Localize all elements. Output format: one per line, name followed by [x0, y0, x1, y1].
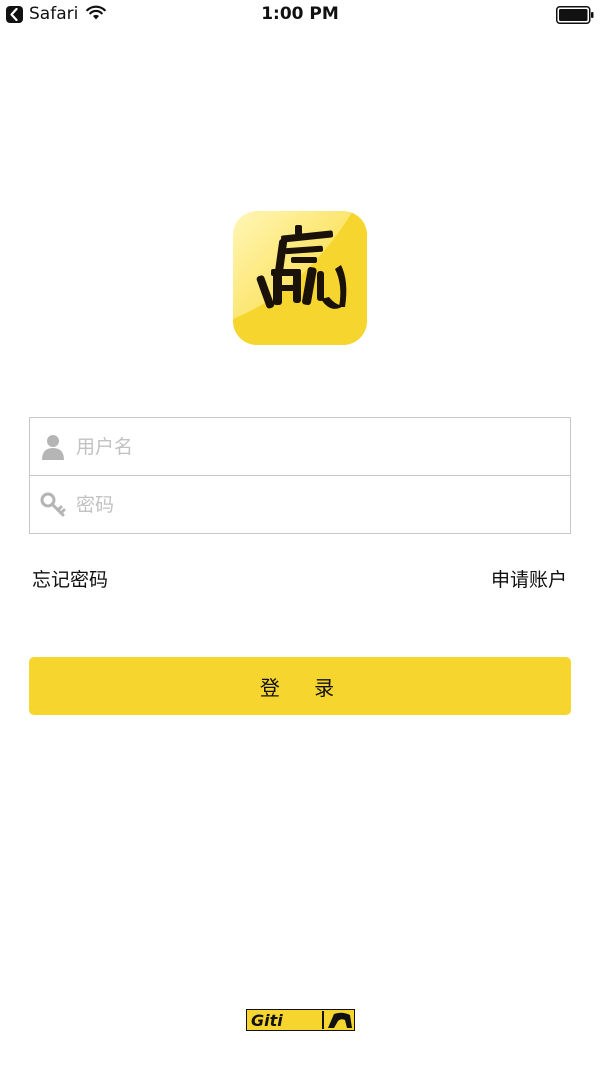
brand-logo-text: Giti: [251, 1011, 283, 1030]
app-logo: [233, 211, 367, 345]
forgot-password-link[interactable]: 忘记密码: [32, 565, 108, 592]
status-time: 1:00 PM: [261, 4, 339, 24]
brand-logo: Giti: [246, 1009, 355, 1031]
login-form: [29, 417, 571, 534]
user-icon: [40, 433, 66, 461]
username-input[interactable]: [74, 434, 548, 459]
status-bar: Safari 1:00 PM: [0, 0, 600, 30]
key-icon: [40, 491, 66, 519]
login-button[interactable]: 登 录: [29, 657, 571, 715]
battery-icon: [556, 6, 594, 28]
password-input[interactable]: [74, 492, 548, 517]
register-account-link[interactable]: 申请账户: [491, 565, 567, 592]
username-field: [30, 418, 570, 475]
password-field: [30, 475, 570, 533]
